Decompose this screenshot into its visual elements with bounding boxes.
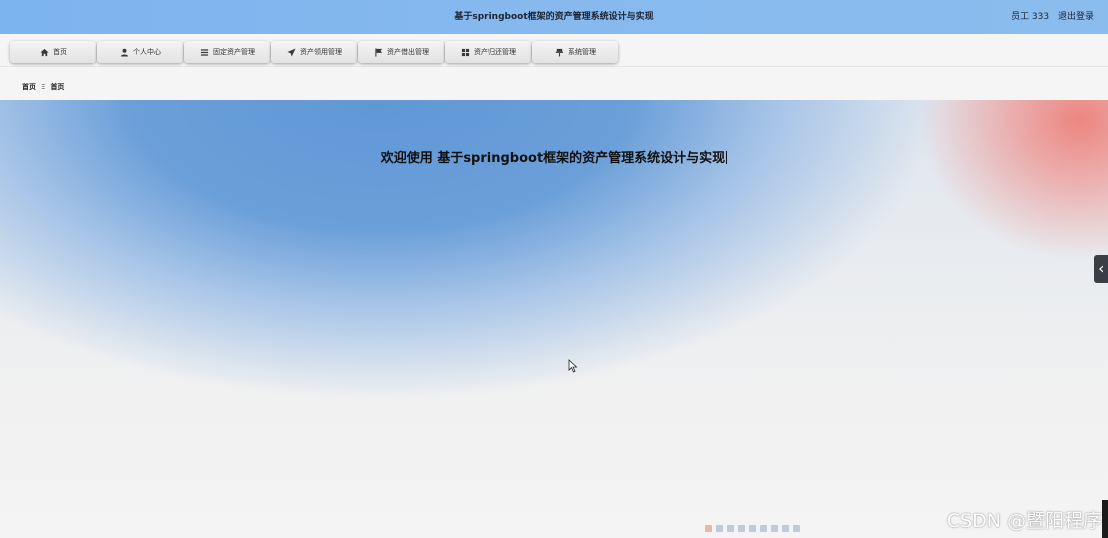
pin-icon — [554, 47, 564, 57]
tray-icon — [782, 525, 789, 532]
tray-icon — [793, 525, 800, 532]
welcome-panel: 欢迎使用 基于springboot框架的资产管理系统设计与实现 — [0, 100, 1108, 538]
breadcrumb-current: 首页 — [50, 83, 65, 91]
welcome-heading: 欢迎使用 基于springboot框架的资产管理系统设计与实现 — [0, 147, 1108, 166]
nav-item-home[interactable]: 首页 — [10, 41, 96, 63]
mouse-cursor-icon — [568, 359, 578, 373]
breadcrumb-separator: Ξ — [41, 83, 46, 91]
welcome-text: 欢迎使用 基于springboot框架的资产管理系统设计与实现 — [380, 151, 726, 166]
nav-label: 资产借出管理 — [387, 48, 429, 56]
breadcrumb-bar: 首页 Ξ 首页 — [0, 67, 1108, 100]
grid-icon — [460, 47, 470, 57]
send-icon — [286, 47, 296, 57]
tray-icon — [749, 525, 756, 532]
breadcrumb: 首页 Ξ 首页 — [22, 67, 64, 100]
nav-item-profile[interactable]: 个人中心 — [97, 41, 183, 63]
side-panel-toggle[interactable] — [1094, 255, 1108, 283]
logout-link[interactable]: 退出登录 — [1058, 12, 1094, 22]
tray-icon — [771, 525, 778, 532]
nav-label: 首页 — [53, 48, 67, 56]
nav-item-asset-return[interactable]: 资产归还管理 — [445, 41, 531, 63]
tray-icon — [705, 525, 712, 532]
text-caret — [726, 151, 728, 164]
home-icon — [39, 47, 49, 57]
nav-label: 个人中心 — [133, 48, 161, 56]
user-label[interactable]: 员工 333 — [1011, 12, 1049, 22]
tray-icons — [705, 525, 804, 532]
list-icon — [199, 47, 209, 57]
breadcrumb-root[interactable]: 首页 — [22, 83, 36, 91]
nav-item-asset-lending[interactable]: 资产借出管理 — [358, 41, 444, 63]
user-area: 员工 333 退出登录 — [1005, 0, 1094, 34]
top-header: 基于springboot框架的资产管理系统设计与实现 员工 333 退出登录 — [0, 0, 1108, 34]
nav-label: 固定资产管理 — [213, 48, 255, 56]
app-title: 基于springboot框架的资产管理系统设计与实现 — [454, 12, 654, 22]
nav-label: 系统管理 — [568, 48, 596, 56]
tray-icon — [760, 525, 767, 532]
nav-label: 资产归还管理 — [474, 48, 516, 56]
tray-icon — [727, 525, 734, 532]
user-icon — [119, 47, 129, 57]
nav-label: 资产领用管理 — [300, 48, 342, 56]
nav-bar: 首页 个人中心 固定资产管理 资产领用管理 资产借出管理 资产归还管理 系统管理 — [0, 34, 1108, 67]
chevron-left-icon — [1099, 265, 1103, 273]
nav-menu: 首页 个人中心 固定资产管理 资产领用管理 资产借出管理 资产归还管理 系统管理 — [10, 41, 619, 63]
tray-icon — [716, 525, 723, 532]
nav-item-asset-requisition[interactable]: 资产领用管理 — [271, 41, 357, 63]
nav-item-fixed-assets[interactable]: 固定资产管理 — [184, 41, 270, 63]
page: 基于springboot框架的资产管理系统设计与实现 员工 333 退出登录 首… — [0, 0, 1108, 538]
flag-icon — [373, 47, 383, 57]
nav-item-system[interactable]: 系统管理 — [532, 41, 618, 63]
corner-block — [1102, 500, 1108, 538]
tray-icon — [738, 525, 745, 532]
watermark: CSDN @暨阳程序 — [946, 510, 1102, 532]
